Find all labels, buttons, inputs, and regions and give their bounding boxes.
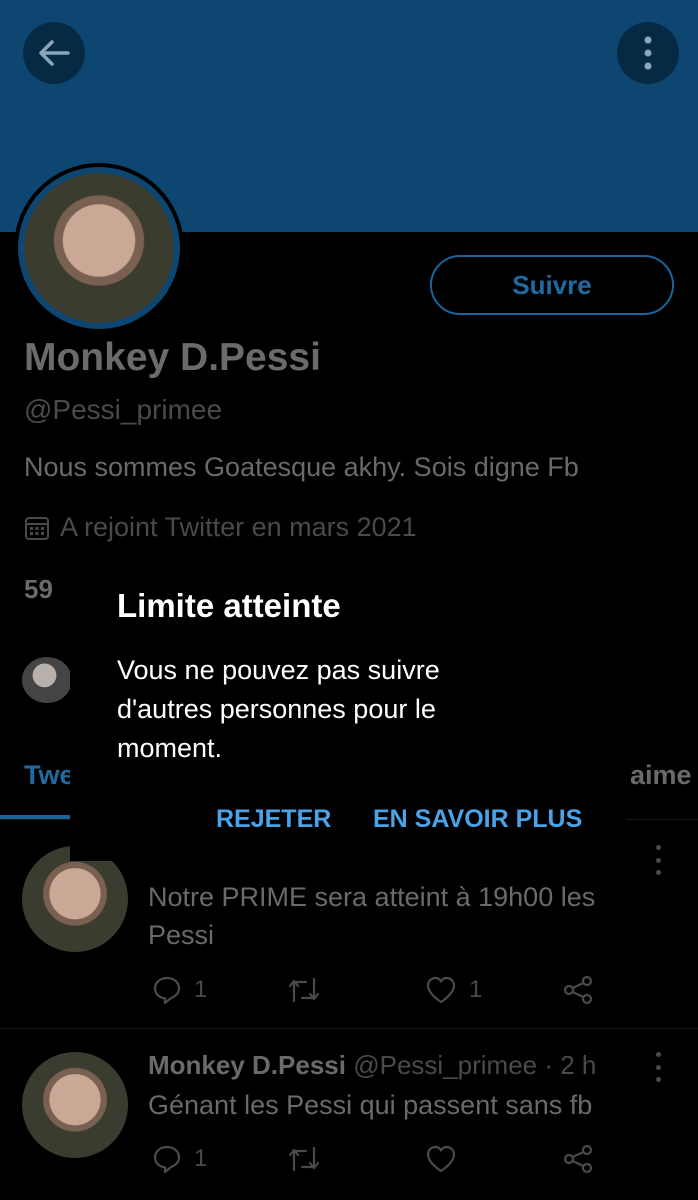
- tab-tweets[interactable]: Twe: [24, 760, 75, 791]
- retweet-icon: [288, 977, 320, 1003]
- reply-icon: [153, 1145, 181, 1174]
- profile-bio: Nous sommes Goatesque akhy. Sois digne F…: [24, 452, 579, 482]
- tweet-text: Notre PRIME sera atteint à 19h00 les Pes…: [148, 882, 596, 950]
- dialog-message: Vous ne pouvez pas suivre d'autres perso…: [117, 655, 440, 763]
- like-button[interactable]: [425, 1144, 457, 1174]
- retweet-button[interactable]: [286, 1144, 322, 1174]
- calendar-icon: [25, 516, 49, 540]
- joined-date: A rejoint Twitter en mars 2021: [24, 512, 417, 543]
- following-count[interactable]: 59: [24, 574, 53, 605]
- tweet-header: Monkey D.Pessi @Pessi_primee · 2 h: [148, 1050, 596, 1081]
- tweet-separator: [0, 1028, 698, 1029]
- profile-handle: @Pessi_primee: [24, 394, 223, 425]
- dismiss-button[interactable]: REJETER: [216, 805, 331, 834]
- joined-text: A rejoint Twitter en mars 2021: [60, 512, 417, 542]
- reply-count: 1: [194, 976, 208, 1003]
- reply-icon: [153, 976, 181, 1005]
- more-options-button[interactable]: [617, 22, 679, 84]
- tweet-avatar[interactable]: [22, 1052, 128, 1158]
- retweet-icon: [288, 1146, 320, 1172]
- share-button[interactable]: [562, 1144, 594, 1174]
- like-count: 1: [469, 976, 483, 1003]
- tweet-more-button[interactable]: [648, 845, 668, 875]
- dialog-title: Limite atteinte: [117, 587, 341, 624]
- retweet-button[interactable]: [286, 975, 322, 1005]
- back-button[interactable]: [23, 22, 85, 84]
- profile-name: Monkey D.Pessi: [24, 336, 321, 379]
- heart-icon: [426, 976, 456, 1004]
- tab-likes[interactable]: aime: [630, 760, 692, 791]
- profile-avatar[interactable]: [14, 163, 184, 333]
- share-icon: [563, 1144, 593, 1174]
- like-button[interactable]: 1: [425, 975, 482, 1005]
- heart-icon: [426, 1145, 456, 1173]
- learn-more-button[interactable]: EN SAVOIR PLUS: [373, 805, 582, 834]
- tweet-text: Génant les Pessi qui passent sans fb: [148, 1090, 593, 1120]
- mutual-followers-avatar[interactable]: [22, 657, 72, 703]
- reply-button[interactable]: 1: [152, 1144, 207, 1174]
- more-vertical-icon: [644, 36, 652, 70]
- tweet-handle-time: @Pessi_primee · 2 h: [353, 1050, 597, 1080]
- tweet-more-button[interactable]: [648, 1052, 668, 1082]
- share-icon: [563, 975, 593, 1005]
- share-button[interactable]: [562, 975, 594, 1005]
- follow-button[interactable]: Suivre: [430, 255, 674, 315]
- limit-reached-dialog: Limite atteinte Vous ne pouvez pas suivr…: [70, 561, 626, 861]
- avatar-image: [24, 173, 174, 323]
- tweet-author: Monkey D.Pessi: [148, 1050, 346, 1080]
- reply-count: 1: [194, 1145, 208, 1172]
- reply-button[interactable]: 1: [152, 975, 207, 1005]
- arrow-left-icon: [39, 40, 70, 66]
- tweet-avatar[interactable]: [22, 846, 128, 952]
